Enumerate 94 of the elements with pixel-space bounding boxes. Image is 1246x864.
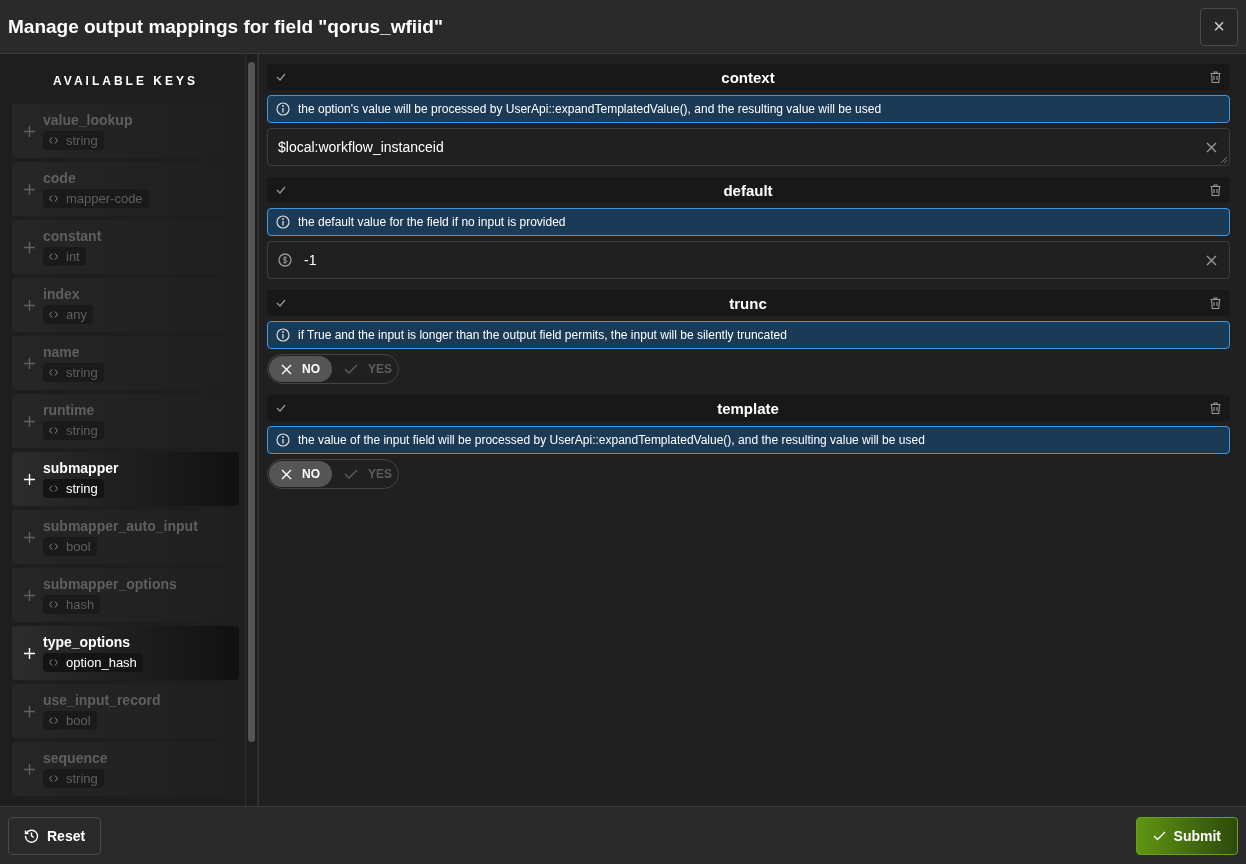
plus-icon [24, 357, 35, 369]
switch-option[interactable]: YES [332, 461, 404, 487]
plus-icon [24, 705, 35, 717]
key-name: use_input_record [43, 692, 161, 708]
info-text: if True and the input is longer than the output field permits, the input will be silently truncated [298, 328, 787, 342]
history-icon [24, 828, 39, 843]
check-icon [344, 364, 358, 374]
type-label: option_hash [66, 655, 137, 670]
key-name: submapper_auto_input [43, 518, 198, 534]
check-icon [344, 469, 358, 479]
plus-icon [24, 589, 35, 601]
key-name: type_options [43, 634, 131, 650]
option-title: context [720, 68, 776, 86]
type-label: string [66, 423, 98, 438]
switch-option[interactable]: NO [269, 356, 332, 382]
plus-icon [24, 183, 35, 195]
option-title: default [722, 181, 774, 199]
code-icon [49, 137, 58, 144]
info-text: the value of the input field will be processed by UserApi::expandTemplatedValue(), and the resulting value will be used [298, 433, 925, 447]
key-name: submapper_options [43, 576, 177, 592]
trash-icon[interactable] [1210, 402, 1221, 414]
code-icon [49, 601, 58, 608]
field-value: -1 [304, 252, 318, 268]
type-label: mapper-code [66, 191, 143, 206]
key-name: runtime [43, 402, 95, 418]
code-icon [49, 717, 58, 724]
plus-icon [24, 299, 35, 311]
key-name: constant [43, 228, 102, 244]
code-icon [49, 427, 58, 434]
dollar-icon [278, 253, 292, 267]
key-name: value_lookup [43, 112, 133, 128]
plus-icon [24, 415, 35, 427]
clear-icon[interactable] [1206, 141, 1217, 153]
key-name: name [43, 344, 80, 360]
key-name: submapper [43, 460, 119, 476]
key-item[interactable]: type_options option_hash [12, 626, 239, 680]
code-icon [49, 543, 58, 550]
type-label: int [66, 249, 80, 264]
trash-icon[interactable] [1210, 297, 1221, 309]
close-button[interactable]: × [1200, 7, 1238, 46]
submit-button[interactable]: Submit [1135, 816, 1238, 855]
switch-option[interactable]: YES [332, 356, 404, 382]
check-icon[interactable] [276, 73, 286, 81]
code-icon [49, 253, 58, 260]
plus-icon [24, 241, 35, 253]
type-label: string [66, 481, 98, 496]
code-icon [49, 369, 58, 376]
code-icon [49, 485, 58, 492]
plus-icon [24, 125, 35, 137]
check-icon[interactable] [276, 186, 286, 194]
info-icon [276, 102, 290, 116]
type-label: string [66, 133, 98, 148]
scrollbar-thumb[interactable] [248, 62, 255, 742]
check-icon [1152, 830, 1166, 841]
info-icon [276, 328, 290, 342]
input-field[interactable]: -1 [267, 241, 1230, 279]
type-label: string [66, 771, 98, 786]
trash-icon[interactable] [1210, 71, 1221, 83]
type-label: any [66, 307, 87, 322]
check-icon[interactable] [276, 404, 286, 412]
type-label: string [66, 365, 98, 380]
sidebar-heading: AVAILABLE KEYS [52, 73, 199, 90]
field-value: $local:workflow_instanceid [278, 139, 445, 155]
info-icon [276, 433, 290, 447]
plus-icon [24, 647, 35, 659]
check-icon[interactable] [276, 299, 286, 307]
dialog-title: Manage output mappings for field "qorus_wfiid" [8, 15, 443, 38]
key-name: sequence [43, 750, 108, 766]
info-icon [276, 215, 290, 229]
text-area[interactable]: $local:workflow_instanceid [267, 128, 1230, 166]
resize-grip-icon[interactable] [1221, 157, 1227, 163]
key-name: code [43, 170, 76, 186]
type-label: bool [66, 713, 91, 728]
code-icon [49, 775, 58, 782]
code-icon [49, 311, 58, 318]
info-text: the option's value will be processed by UserApi::expandTemplatedValue(), and the resulting value will be used [298, 102, 882, 116]
code-icon [49, 195, 58, 202]
plus-icon [24, 763, 35, 775]
switch-option[interactable]: NO [269, 461, 332, 487]
option-title: template [716, 399, 780, 417]
plus-icon [24, 473, 35, 485]
option-title: trunc [728, 294, 768, 312]
cross-icon [281, 363, 292, 375]
type-label: hash [66, 597, 95, 612]
info-text: the default value for the field if no input is provided [298, 215, 566, 229]
cross-icon [281, 468, 292, 480]
plus-icon [24, 531, 35, 543]
key-name: index [43, 286, 80, 302]
clear-icon[interactable] [1206, 254, 1217, 266]
type-label: bool [66, 539, 91, 554]
reset-button[interactable]: Reset [8, 816, 102, 855]
trash-icon[interactable] [1210, 184, 1221, 196]
code-icon [49, 659, 58, 666]
key-item[interactable]: submapper string [12, 452, 239, 506]
